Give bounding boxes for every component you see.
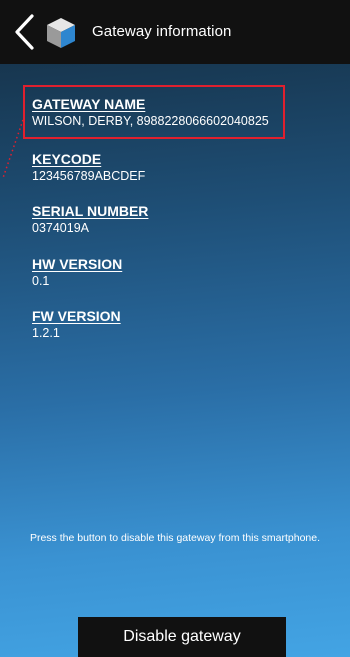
field-label: GATEWAY NAME — [32, 96, 146, 112]
annotation-dotted-line — [2, 119, 24, 179]
chevron-left-icon[interactable] — [12, 13, 38, 51]
field-value: WILSON, DERBY, 8988228066602040825 — [32, 114, 269, 128]
header-bar: Gateway information — [0, 0, 350, 64]
field-value: 0.1 — [32, 274, 50, 288]
field-label: SERIAL NUMBER — [32, 203, 149, 219]
field-label: KEYCODE — [32, 151, 102, 167]
field-serial-number: SERIAL NUMBER 0374019A — [32, 203, 148, 236]
field-gateway-name: GATEWAY NAME WILSON, DERBY, 898822806660… — [32, 96, 269, 129]
page-title: Gateway information — [92, 23, 232, 40]
field-label: HW VERSION — [32, 256, 123, 272]
field-value: 123456789ABCDEF — [32, 169, 146, 183]
field-value: 1.2.1 — [32, 326, 60, 340]
disable-gateway-button[interactable]: Disable gateway — [78, 617, 286, 657]
field-value: 0374019A — [32, 221, 90, 235]
gateway-info-screen: Gateway information GATEWAY NAME WILSON,… — [0, 0, 350, 657]
cube-icon — [47, 18, 75, 48]
field-hw-version: HW VERSION 0.1 — [32, 256, 122, 289]
field-keycode: KEYCODE 123456789ABCDEF — [32, 151, 145, 184]
field-label: FW VERSION — [32, 308, 121, 324]
field-fw-version: FW VERSION 1.2.1 — [32, 308, 121, 341]
disable-instruction-text: Press the button to disable this gateway… — [29, 532, 321, 544]
